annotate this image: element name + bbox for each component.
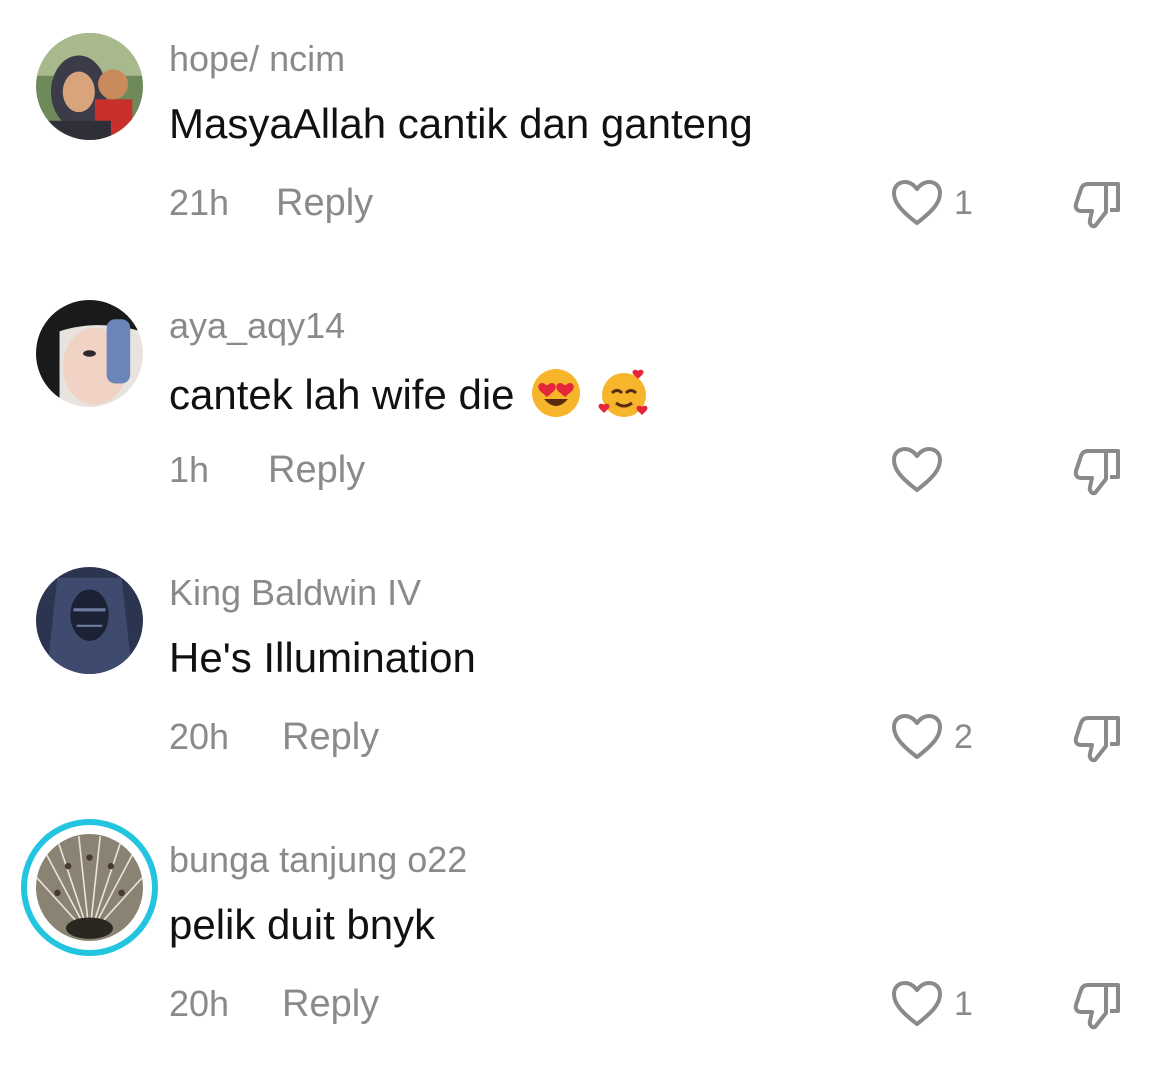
thumbs-down-icon	[1073, 983, 1120, 1030]
like-button[interactable]: 2	[890, 710, 973, 764]
comment-username[interactable]: bunga tanjung o22	[169, 839, 467, 881]
avatar-photo	[36, 834, 143, 941]
dislike-button[interactable]	[1070, 977, 1126, 1033]
dislike-button[interactable]	[1070, 443, 1126, 499]
comment-timestamp: 21h	[169, 182, 230, 223]
heart-icon	[892, 714, 942, 759]
avatar[interactable]	[36, 300, 143, 407]
avatar-photo	[36, 33, 143, 140]
comment-item: King Baldwin IV He's Illumination 20h Re…	[0, 534, 1169, 800]
reply-button[interactable]: Reply	[282, 983, 379, 1026]
like-count: 2	[954, 717, 973, 756]
comment-timestamp: 20h	[169, 983, 230, 1024]
dislike-button[interactable]	[1070, 176, 1126, 232]
comment-item: aya_aqy14 cantek lah wife die 1h Reply	[0, 267, 1169, 533]
reply-button[interactable]: Reply	[268, 449, 365, 492]
like-button[interactable]: 1	[890, 176, 973, 230]
like-button[interactable]	[890, 443, 954, 497]
dislike-button[interactable]	[1070, 710, 1126, 766]
avatar-photo	[36, 567, 143, 674]
like-count: 1	[954, 984, 973, 1023]
comment-timestamp: 1h	[169, 449, 210, 490]
comment-item: bunga tanjung o22 pelik duit bnyk 20h Re…	[0, 801, 1169, 1067]
comment-username[interactable]: hope/ ncim	[169, 38, 345, 80]
comment-timestamp: 20h	[169, 716, 230, 757]
comment-text: He's Illumination	[169, 634, 476, 681]
thumbs-down-icon	[1073, 182, 1120, 229]
thumbs-down-icon	[1073, 449, 1120, 496]
comment-text: cantek lah wife die	[169, 367, 650, 419]
avatar[interactable]	[36, 567, 143, 674]
avatar[interactable]	[36, 33, 143, 140]
heart-icon	[892, 981, 942, 1026]
comment-item: hope/ ncim MasyaAllah cantik dan ganteng…	[0, 0, 1169, 266]
like-count: 1	[954, 183, 973, 222]
avatar-photo	[36, 300, 143, 407]
avatar[interactable]	[36, 834, 143, 941]
heart-icon	[892, 447, 942, 492]
like-button[interactable]: 1	[890, 977, 973, 1031]
comment-text: MasyaAllah cantik dan ganteng	[169, 100, 753, 147]
comment-username[interactable]: aya_aqy14	[169, 305, 345, 347]
reply-button[interactable]: Reply	[282, 716, 379, 759]
comment-text-content: cantek lah wife die	[169, 371, 515, 418]
comment-text: pelik duit bnyk	[169, 901, 436, 948]
comment-username[interactable]: King Baldwin IV	[169, 572, 421, 614]
reply-button[interactable]: Reply	[276, 182, 373, 225]
smiling-face-with-hearts-emoji	[598, 369, 648, 417]
thumbs-down-icon	[1073, 716, 1120, 763]
heart-icon	[892, 180, 942, 225]
heart-eyes-emoji	[532, 369, 581, 417]
